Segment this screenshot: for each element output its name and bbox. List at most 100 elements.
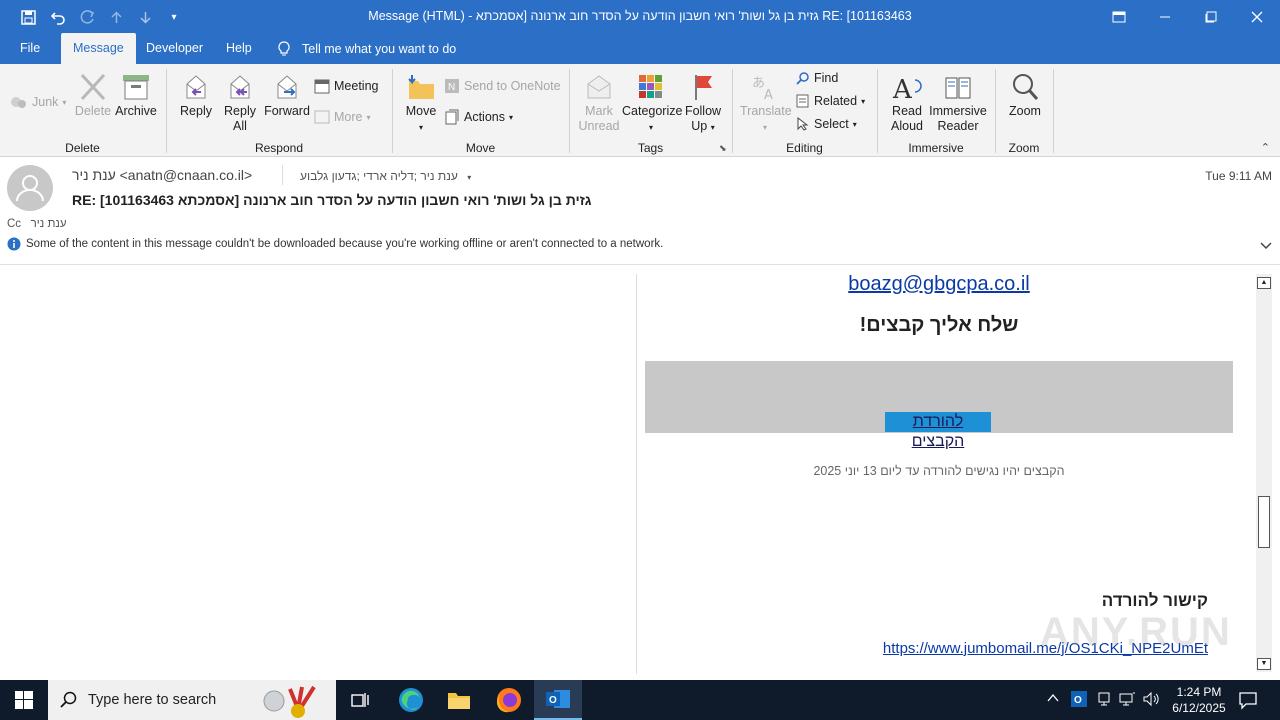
task-view-icon[interactable] <box>336 680 384 720</box>
save-icon[interactable] <box>17 6 39 28</box>
info-text: Some of the content in this message coul… <box>26 238 664 250</box>
read-aloud-label-2: Aloud <box>891 119 923 133</box>
tab-help[interactable]: Help <box>214 33 264 64</box>
tray-chevron-icon[interactable] <box>1046 692 1060 707</box>
mark-unread-button[interactable]: Mark Unread <box>578 72 620 134</box>
dialog-launcher-icon[interactable]: ⬊ <box>719 143 727 154</box>
tab-developer[interactable]: Developer <box>134 33 215 64</box>
delete-icon <box>80 73 106 101</box>
email-link[interactable]: boazg@gbgcpa.co.il <box>645 273 1233 296</box>
arrow-up-icon[interactable] <box>105 6 127 28</box>
undo-icon[interactable] <box>47 6 69 28</box>
more-button[interactable]: More ▾ <box>314 109 371 125</box>
actions-button[interactable]: Actions ▾ <box>444 109 513 125</box>
svg-text:N: N <box>448 82 455 93</box>
collapse-ribbon-icon[interactable]: ⌃ <box>1261 141 1270 154</box>
outlook-taskbar-icon[interactable]: O <box>534 680 582 720</box>
redo-icon[interactable] <box>76 6 98 28</box>
tray-outlook-icon[interactable]: O <box>1071 691 1087 710</box>
follow-up-button[interactable]: Follow Up ▾ <box>682 72 724 135</box>
zoom-button[interactable]: Zoom <box>1004 72 1046 119</box>
select-label: Select <box>814 117 849 131</box>
sender[interactable]: ענת ניר <anatn@cnaan.co.il> <box>72 167 252 183</box>
read-aloud-button[interactable]: A Read Aloud <box>886 72 928 134</box>
download-files-button[interactable]: להורדת הקבצים <box>885 412 991 450</box>
network-icon[interactable] <box>1118 691 1136 710</box>
flag-icon <box>695 75 712 100</box>
availability-text: הקבצים יהיו נגישים להורדה עד ליום 13 יונ… <box>813 464 1065 478</box>
cc-value[interactable]: ענת ניר <box>31 218 67 230</box>
scroll-up-arrow-icon[interactable]: ▲ <box>1257 277 1271 289</box>
follow-up-label-2: Up <box>691 119 708 133</box>
select-button[interactable]: Select ▾ <box>796 117 857 131</box>
windows-start-icon[interactable] <box>0 680 48 720</box>
svg-text:O: O <box>1074 695 1082 706</box>
info-bar[interactable]: Some of the content in this message coul… <box>7 237 663 251</box>
chevron-down-icon: ▾ <box>467 173 472 182</box>
scroll-down-arrow-icon[interactable]: ▼ <box>1257 658 1271 670</box>
immersive-reader-button[interactable]: Immersive Reader <box>928 72 988 134</box>
reply-label: Reply <box>180 104 212 118</box>
edge-icon[interactable] <box>387 680 435 720</box>
maximize-icon[interactable] <box>1188 0 1234 33</box>
related-label: Related <box>814 94 858 108</box>
tab-message[interactable]: Message <box>61 33 136 64</box>
vertical-scrollbar[interactable]: ▲ ▼ <box>1256 274 1272 672</box>
info-icon <box>7 237 21 251</box>
send-to-onenote-button[interactable]: N Send to OneNote <box>444 78 561 94</box>
message-header: ענת ניר <anatn@cnaan.co.il> ענת ניר ;דלי… <box>0 157 1280 265</box>
magnifier-icon <box>1013 74 1039 100</box>
archive-button[interactable]: Archive <box>114 72 158 119</box>
close-icon[interactable] <box>1234 0 1280 33</box>
search-icon <box>60 691 77 708</box>
tell-me-box[interactable]: Tell me what you want to do <box>278 41 456 57</box>
recipients-label: ענת ניר ;דליה ארדי ;גדעון גלבוע <box>300 169 458 183</box>
ribbon-separator <box>1053 69 1054 153</box>
watermark: ANY.RUN <box>1040 610 1232 654</box>
notifications-icon[interactable] <box>1238 690 1258 713</box>
customize-toolbar-icon[interactable]: ▾ <box>163 6 185 28</box>
search-icon <box>796 72 809 85</box>
categorize-label: Categorize <box>622 104 683 118</box>
tray-device-icon[interactable] <box>1096 691 1112 710</box>
search-placeholder: Type here to search <box>88 692 217 708</box>
file-explorer-icon[interactable] <box>435 680 483 720</box>
scroll-thumb[interactable] <box>1258 496 1270 548</box>
reply-button[interactable]: Reply <box>176 72 216 119</box>
categorize-button[interactable]: Categorize ▾ <box>622 72 683 135</box>
download-banner: להורדת הקבצים <box>645 361 1233 450</box>
meeting-button[interactable]: Meeting <box>314 78 378 94</box>
recipients[interactable]: ענת ניר ;דליה ארדי ;גדעון גלבוע ▾ <box>300 169 471 183</box>
reply-all-button[interactable]: Reply All <box>220 72 260 134</box>
restore-ribbon-icon[interactable] <box>1096 0 1142 33</box>
person-icon <box>8 166 52 210</box>
mark-unread-label-1: Mark <box>585 104 613 118</box>
forward-button[interactable]: Forward <box>263 72 311 119</box>
translate-button[interactable]: あA Translate ▾ <box>740 72 792 135</box>
junk-button[interactable]: Junk ▾ <box>10 94 66 110</box>
junk-label: Junk <box>32 95 59 109</box>
tab-file[interactable]: File <box>8 33 52 64</box>
meeting-label: Meeting <box>334 79 379 93</box>
find-button[interactable]: Find <box>796 71 838 85</box>
group-respond-label: Respond <box>254 141 304 155</box>
delete-button[interactable]: Delete <box>74 72 112 119</box>
move-button[interactable]: Move ▾ <box>402 72 440 135</box>
group-move-label: Move <box>465 141 496 155</box>
firefox-icon[interactable] <box>485 680 533 720</box>
taskbar-search-box[interactable]: Type here to search <box>48 680 336 720</box>
sent-time: Tue 9:11 AM <box>1205 169 1272 183</box>
volume-icon[interactable] <box>1142 691 1160 710</box>
tell-me-label: Tell me what you want to do <box>302 42 457 56</box>
expand-header-icon[interactable] <box>1260 239 1272 253</box>
related-button[interactable]: Related ▾ <box>796 94 865 108</box>
reply-icon <box>186 75 206 99</box>
clock[interactable]: 1:24 PM 6/12/2025 <box>1160 684 1238 716</box>
minimize-icon[interactable] <box>1142 0 1188 33</box>
message-body: boazg@gbgcpa.co.il שלח אליך קבצים! להורד… <box>0 266 1280 680</box>
arrow-down-icon[interactable] <box>134 6 156 28</box>
actions-label: Actions <box>464 110 505 124</box>
immersive-reader-label-1: Immersive <box>929 104 987 118</box>
junk-icon <box>11 97 26 108</box>
find-label: Find <box>814 71 839 85</box>
